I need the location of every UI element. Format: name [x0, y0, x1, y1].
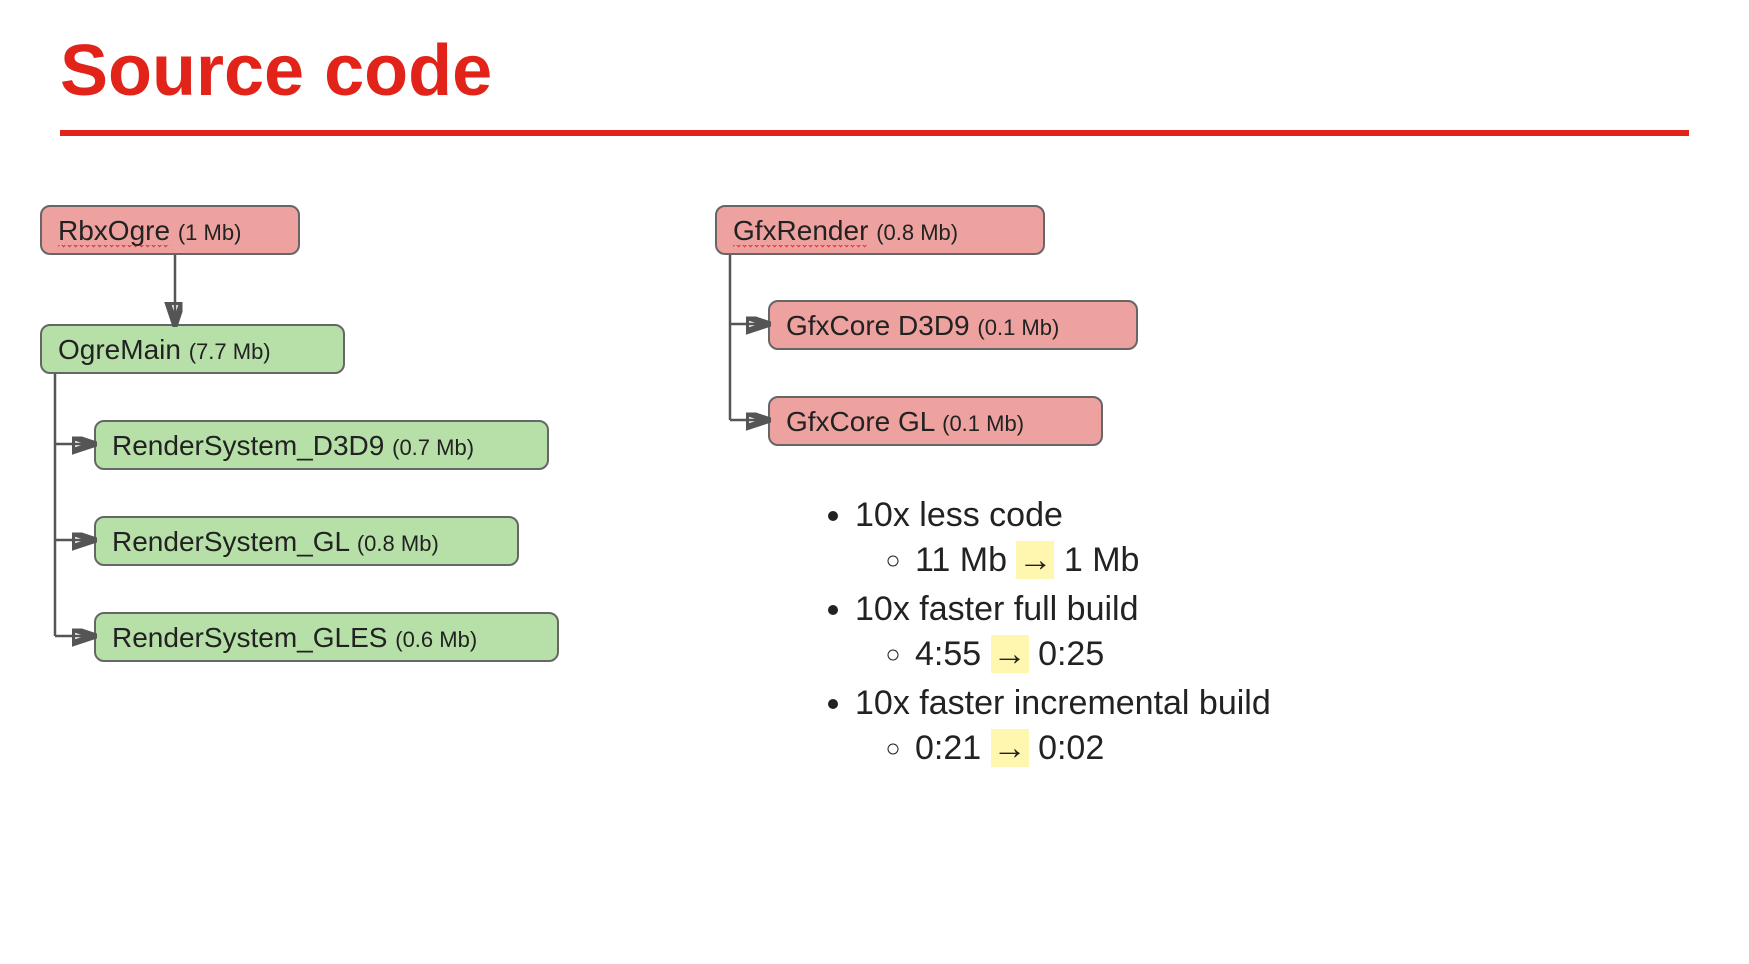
node-rs-d3d9-name: RenderSystem_D3D9 [112, 430, 384, 461]
node-rbxogre-name: RbxOgre [58, 215, 170, 248]
title-divider [60, 130, 1689, 136]
node-gfx-d3d9-size: (0.1 Mb) [977, 315, 1059, 340]
bullet-code-text: 10x less code [855, 496, 1063, 534]
bullet-code: 10x less code 11 Mb → 1 Mb [855, 496, 1271, 580]
bullet-incbuild-text: 10x faster incremental build [855, 684, 1271, 722]
node-gfx-d3d9-name: GfxCore D3D9 [786, 310, 970, 341]
node-gfx-gl: GfxCore GL (0.1 Mb) [768, 396, 1103, 446]
bullet-incbuild: 10x faster incremental build 0:21 → 0:02 [855, 684, 1271, 768]
node-gfxrender-size: (0.8 Mb) [876, 220, 958, 245]
node-rbxogre-size: (1 Mb) [178, 220, 242, 245]
node-gfxrender-name: GfxRender [733, 215, 868, 248]
improvement-bullets: 10x less code 11 Mb → 1 Mb 10x faster fu… [810, 490, 1271, 778]
node-rs-d3d9-size: (0.7 Mb) [392, 435, 474, 460]
slide: Source code RbxOgre (1 Mb) OgreMain (7.7… [0, 0, 1749, 964]
bullet-incbuild-sub: 0:21 → 0:02 [915, 729, 1271, 768]
node-gfxrender: GfxRender (0.8 Mb) [715, 205, 1045, 255]
node-rs-gl: RenderSystem_GL (0.8 Mb) [94, 516, 519, 566]
node-ogremain-size: (7.7 Mb) [189, 339, 271, 364]
bullet-fullbuild-text: 10x faster full build [855, 590, 1139, 628]
bullet-code-sub: 11 Mb → 1 Mb [915, 541, 1271, 580]
node-gfx-gl-size: (0.1 Mb) [942, 411, 1024, 436]
node-rs-gles-name: RenderSystem_GLES [112, 622, 387, 653]
bullet-fullbuild-sub: 4:55 → 0:25 [915, 635, 1271, 674]
node-rs-gl-size: (0.8 Mb) [357, 531, 439, 556]
node-rs-d3d9: RenderSystem_D3D9 (0.7 Mb) [94, 420, 549, 470]
node-rs-gl-name: RenderSystem_GL [112, 526, 349, 557]
bullet-fullbuild: 10x faster full build 4:55 → 0:25 [855, 590, 1271, 674]
node-rs-gles: RenderSystem_GLES (0.6 Mb) [94, 612, 559, 662]
node-rbxogre: RbxOgre (1 Mb) [40, 205, 300, 255]
node-ogremain: OgreMain (7.7 Mb) [40, 324, 345, 374]
connector-arrows [0, 0, 1749, 964]
node-gfx-d3d9: GfxCore D3D9 (0.1 Mb) [768, 300, 1138, 350]
node-rs-gles-size: (0.6 Mb) [395, 627, 477, 652]
node-gfx-gl-name: GfxCore GL [786, 406, 934, 437]
node-ogremain-name: OgreMain [58, 334, 181, 365]
slide-title: Source code [60, 30, 1689, 112]
